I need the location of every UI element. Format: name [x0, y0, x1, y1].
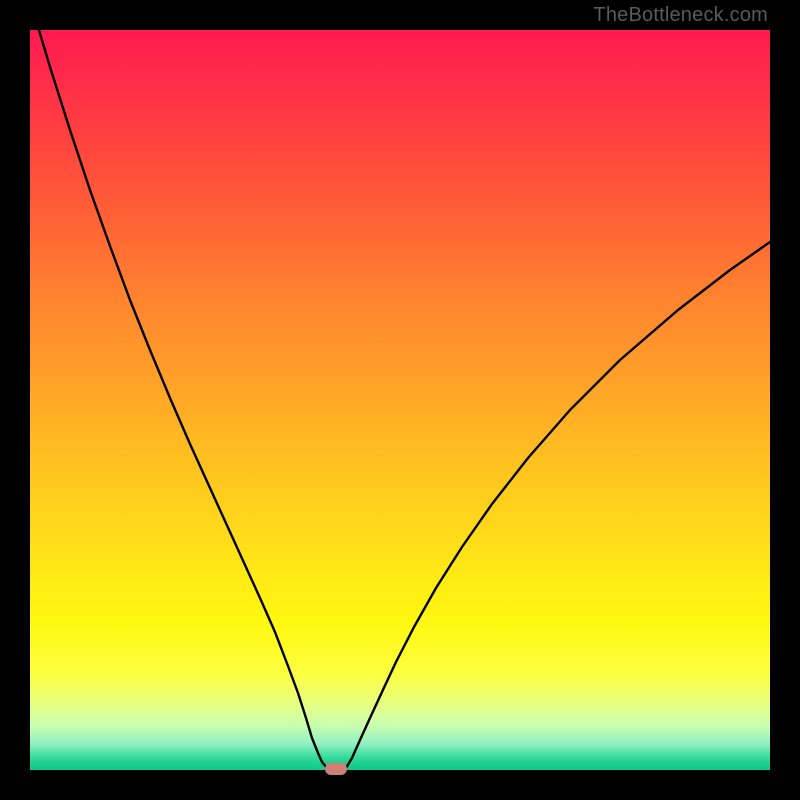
- curve-left-branch: [30, 30, 327, 768]
- chart-frame: TheBottleneck.com: [0, 0, 800, 800]
- curve-svg: [30, 30, 770, 770]
- valley-marker: [325, 763, 347, 775]
- plot-area: [30, 30, 770, 770]
- curve-right-branch: [346, 242, 770, 768]
- watermark-text: TheBottleneck.com: [593, 4, 768, 27]
